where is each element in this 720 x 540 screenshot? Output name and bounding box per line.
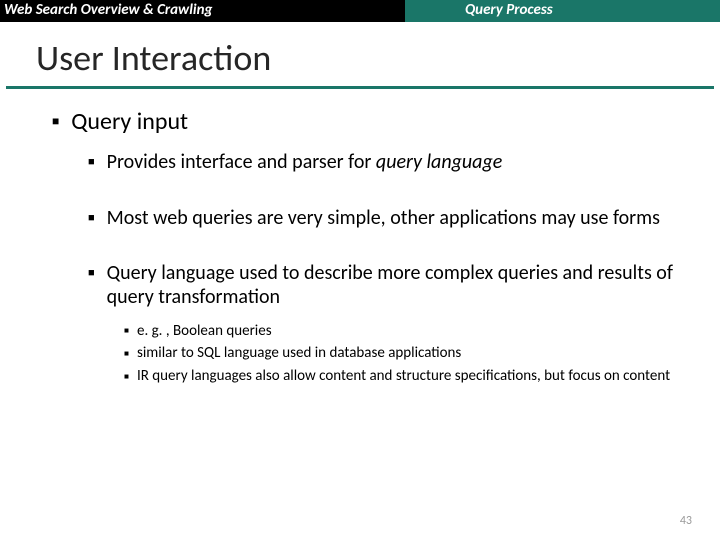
bullet-level3-group: ■ e. g. , Boolean queries ■ similar to S… — [52, 322, 690, 386]
bullet-text: similar to SQL language used in database… — [137, 344, 461, 363]
square-bullet-icon: ■ — [124, 349, 129, 359]
square-bullet-icon: ■ — [88, 267, 95, 280]
text-emphasis: query language — [376, 150, 502, 174]
header-left: Web Search Overview & Crawling — [0, 0, 405, 22]
bullet-level3: ■ IR query languages also allow content … — [124, 367, 690, 386]
bullet-text: IR query languages also allow content an… — [137, 367, 670, 386]
bullet-level2: ■ Most web queries are very simple, othe… — [88, 206, 690, 230]
square-bullet-icon: ■ — [88, 156, 95, 169]
header: Web Search Overview & Crawling Query Pro… — [0, 0, 720, 22]
bullet-level2: ■ Provides interface and parser for quer… — [88, 150, 690, 174]
title-block: User Interaction — [0, 22, 720, 86]
square-bullet-icon: ■ — [124, 372, 129, 382]
square-bullet-icon: ■ — [88, 212, 95, 225]
bullet-text: Query input — [71, 107, 188, 136]
bullet-level2: ■ Query language used to describe more c… — [88, 261, 690, 310]
header-right: Query Process — [405, 0, 720, 22]
square-bullet-icon: ■ — [124, 326, 129, 336]
page-title: User Interaction — [36, 36, 720, 80]
text-run: Provides interface and parser for — [107, 150, 376, 174]
content: ■ Query input ■ Provides interface and p… — [0, 89, 720, 386]
square-bullet-icon: ■ — [52, 114, 59, 128]
bullet-level1: ■ Query input — [52, 107, 690, 136]
bullet-text: e. g. , Boolean queries — [137, 322, 272, 341]
bullet-level3: ■ e. g. , Boolean queries — [124, 322, 690, 341]
bullet-text: Most web queries are very simple, other … — [107, 206, 660, 230]
page-number: 43 — [680, 514, 692, 528]
bullet-text: Query language used to describe more com… — [107, 261, 690, 310]
bullet-text: Provides interface and parser for query … — [107, 150, 503, 174]
bullet-level3: ■ similar to SQL language used in databa… — [124, 344, 690, 363]
